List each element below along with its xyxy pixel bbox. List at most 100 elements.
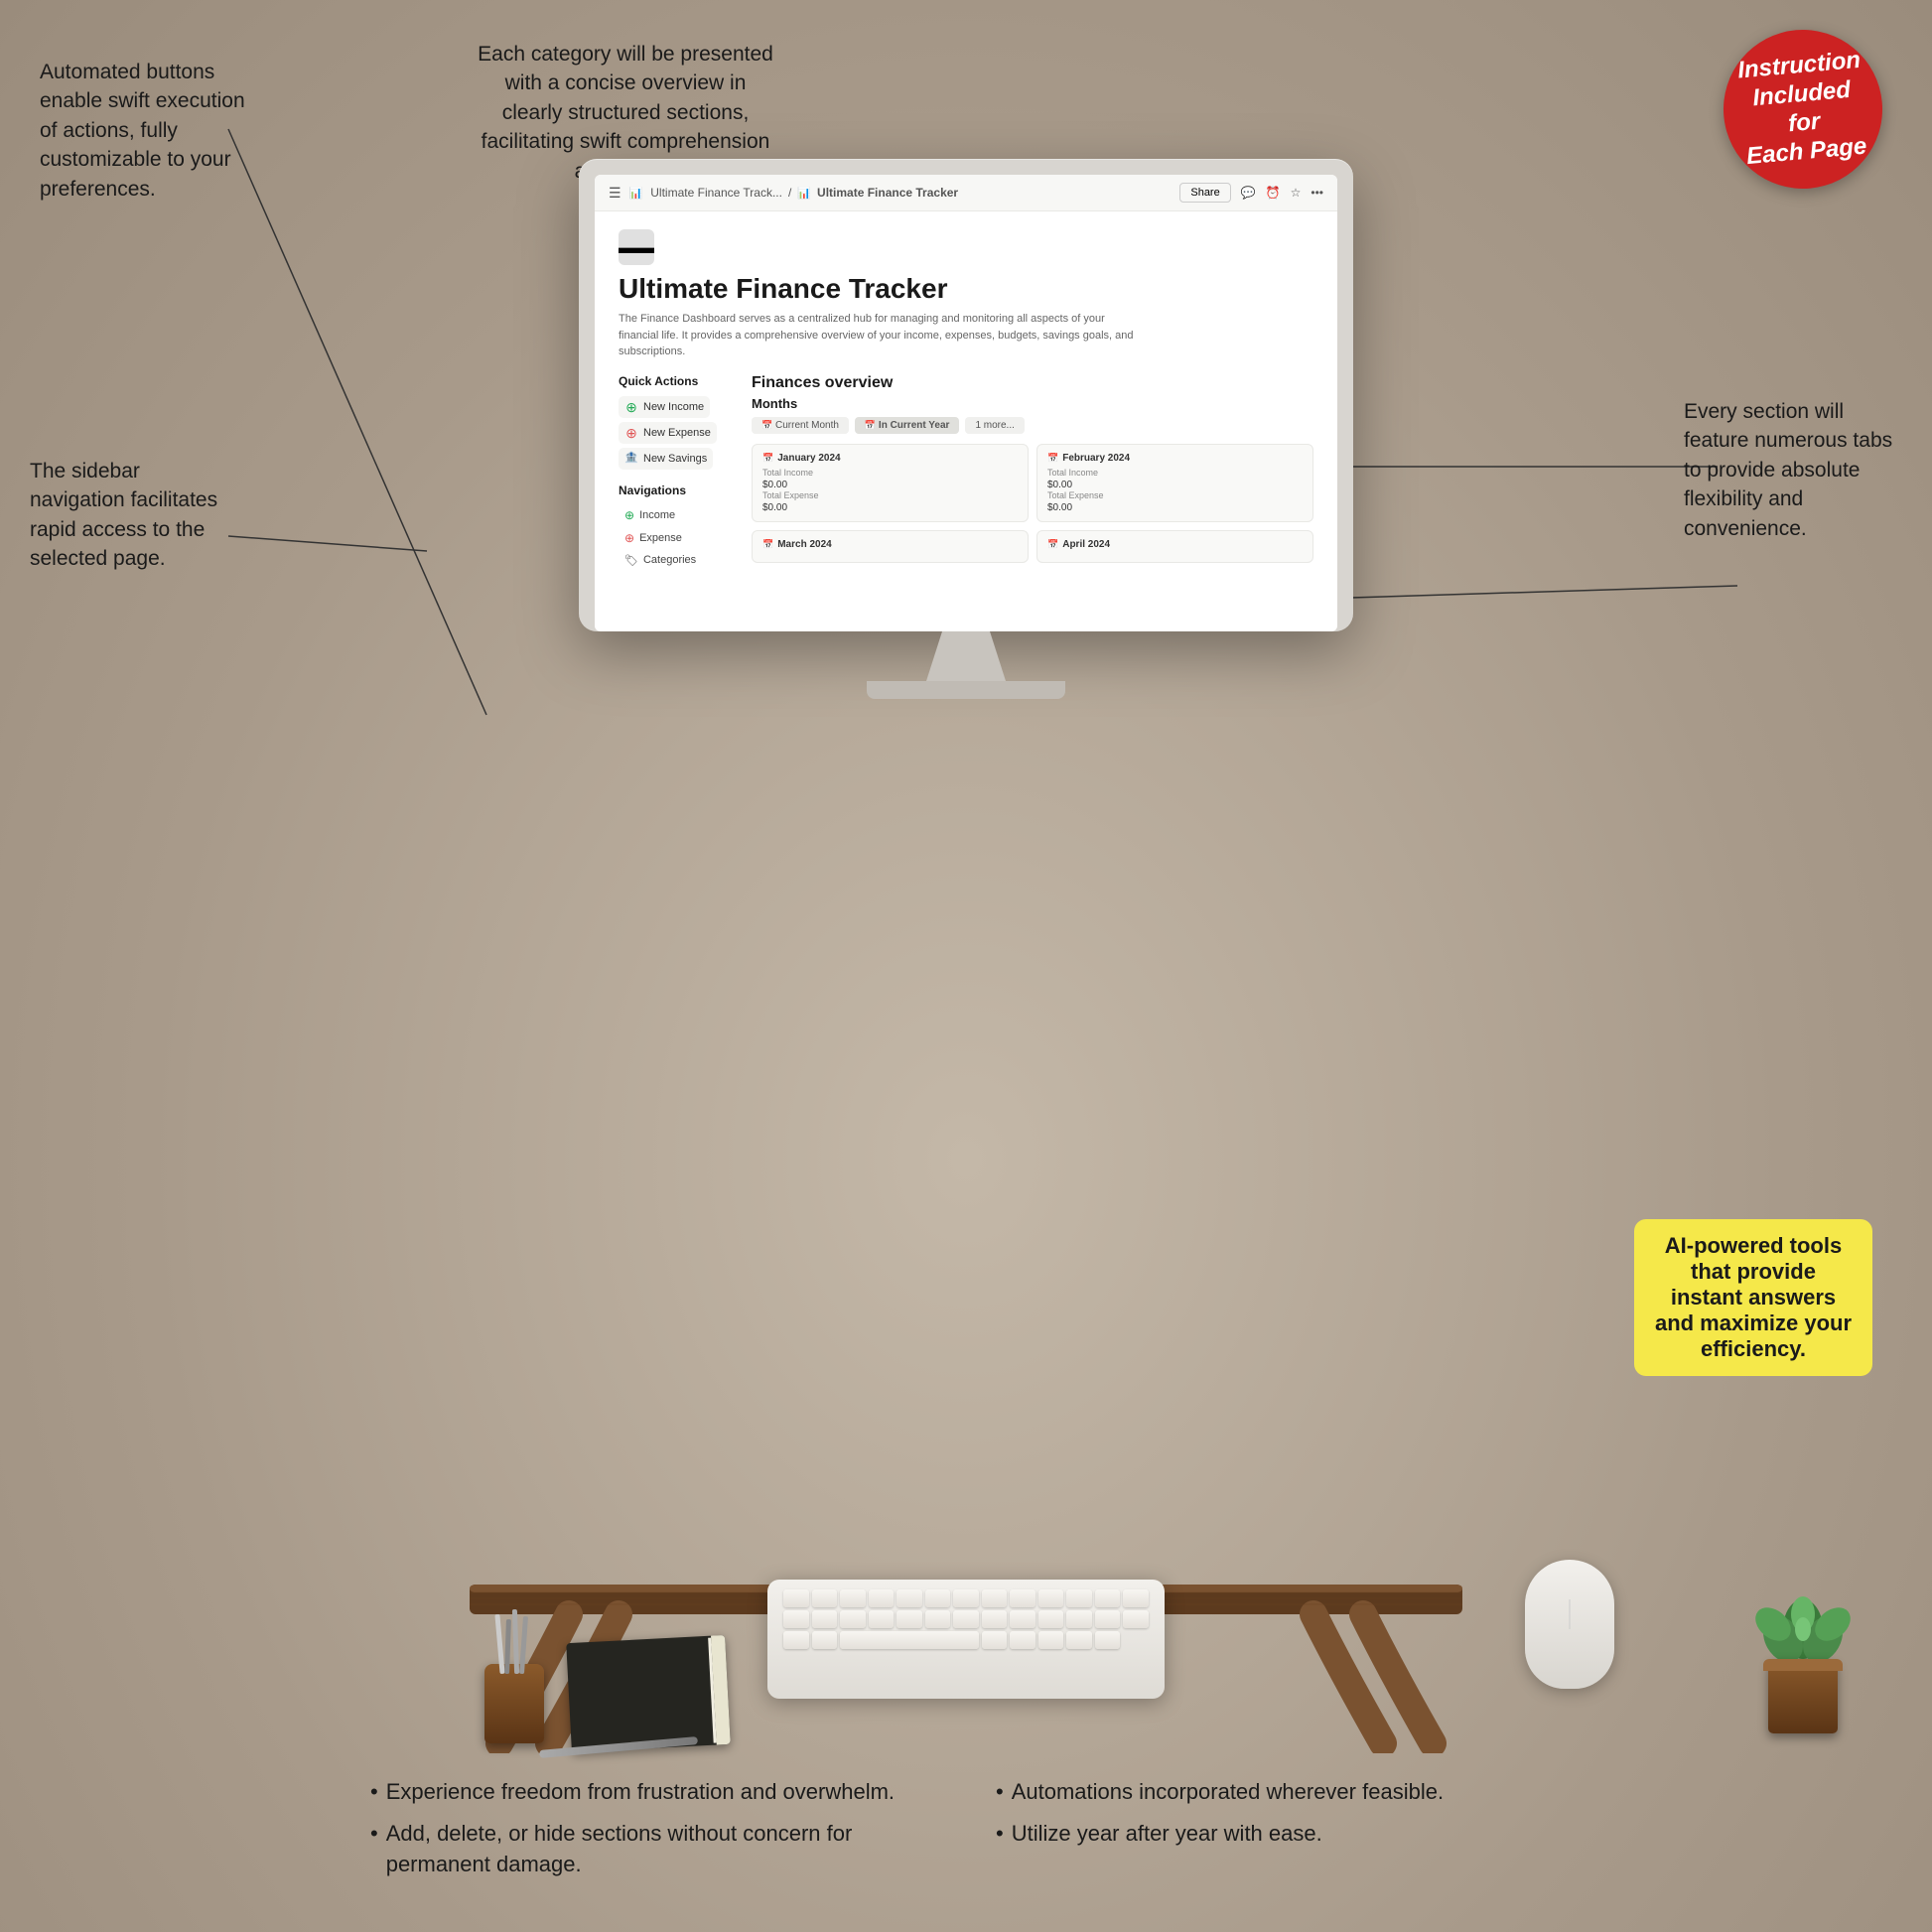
tab-current-month[interactable]: 📅 Current Month [752,417,849,434]
tab-more[interactable]: 1 more... [965,417,1024,434]
keyboard[interactable] [767,1580,1165,1699]
bullet-dot-1: • [370,1777,378,1808]
calendar-icon-tab: 📅 [761,420,772,430]
monitor-frame: ☰ 📊 Ultimate Finance Track... / 📊 Ultima… [579,159,1353,631]
key [1010,1589,1035,1607]
month-card-april: 📅 April 2024 [1036,530,1313,563]
monitor-neck [926,631,1006,681]
april-title: 📅 April 2024 [1047,539,1303,550]
key [869,1589,895,1607]
months-title: Months [752,396,1313,411]
monitor-base [867,681,1065,699]
key [812,1610,838,1628]
nav-expense[interactable]: ⊕ Expense [619,528,728,548]
share-button[interactable]: Share [1179,183,1230,203]
categories-nav-label: Categories [643,554,696,566]
bullet-col-right: • Automations incorporated wherever feas… [996,1777,1562,1892]
new-expense-label: New Expense [643,427,711,439]
new-expense-icon: ⊕ [624,426,638,440]
mouse-line [1570,1599,1571,1629]
new-savings-label: New Savings [643,453,707,465]
annotation-tabs: Every section will feature numerous tabs… [1684,397,1902,543]
key [840,1610,866,1628]
left-column: Quick Actions ⊕ New Income ⊕ New Expense [619,374,728,573]
key [783,1610,809,1628]
quick-actions-section: Quick Actions ⊕ New Income ⊕ New Expense [619,374,728,470]
new-expense-button[interactable]: ⊕ New Expense [619,422,717,444]
key [869,1610,895,1628]
key [1095,1589,1121,1607]
key [1010,1631,1035,1649]
hamburger-icon[interactable]: ☰ [609,185,621,202]
pen-holder-cup [484,1664,544,1743]
page-icon-small: 📊 [629,187,643,200]
key [1038,1610,1064,1628]
pen-holder [480,1644,549,1743]
calendar-icon-mar: 📅 [762,539,773,550]
mouse[interactable] [1525,1560,1614,1689]
categories-nav-icon: 🏷 [624,554,638,567]
new-income-button[interactable]: ⊕ New Income [619,396,710,418]
february-income-label: Total Income [1047,468,1303,478]
new-income-icon: ⊕ [624,400,638,414]
more-icon[interactable]: ••• [1311,186,1323,200]
january-expense-label: Total Expense [762,490,1018,500]
bullet-item-2: • Add, delete, or hide sections without … [370,1819,936,1880]
new-savings-button[interactable]: 🏦 New Savings [619,448,713,470]
bullet-dot-4: • [996,1819,1004,1850]
plant-container [1753,1555,1853,1733]
notion-main: ▬▬ Ultimate Finance Tracker The Finance … [595,211,1337,630]
calendar-icon-apr: 📅 [1047,539,1058,550]
top-right-actions: Share 💬 ⏰ ☆ ••• [1179,183,1323,203]
plant-svg [1753,1570,1853,1669]
bullet-dot-2: • [370,1819,378,1850]
comment-icon[interactable]: 💬 [1241,186,1256,200]
star-icon[interactable]: ☆ [1291,186,1302,200]
key [982,1610,1008,1628]
february-expense-label: Total Expense [1047,490,1303,500]
tab-current-year[interactable]: 📅 In Current Year [855,417,960,434]
notion-topbar: ☰ 📊 Ultimate Finance Track... / 📊 Ultima… [595,175,1337,211]
january-expense-value: $0.00 [762,502,1018,513]
breadcrumb-icon: 📊 [797,187,811,200]
monitor: ☰ 📊 Ultimate Finance Track... / 📊 Ultima… [579,159,1353,699]
notebook [566,1635,731,1752]
ai-badge-container: AI-powered tools that provide instant an… [1634,1219,1872,1376]
bullet-dot-3: • [996,1777,1004,1808]
key [1038,1631,1064,1649]
plant-pot [1768,1659,1838,1733]
calendar-icon-jan: 📅 [762,453,773,464]
month-grid: 📅 January 2024 Total Income $0.00 Total … [752,444,1313,563]
key [1123,1589,1149,1607]
keyboard-keys-area [767,1580,1165,1659]
finances-overview-section: Finances overview Months 📅 Current Month… [752,374,1313,573]
monitor-screen: ☰ 📊 Ultimate Finance Track... / 📊 Ultima… [595,175,1337,631]
nav-income[interactable]: ⊕ Income [619,505,728,525]
navigations-section: Navigations ⊕ Income ⊕ Expense [619,483,728,570]
finances-overview-title: Finances overview [752,374,1313,392]
key [1123,1610,1149,1628]
plant-pot-top [1763,1659,1843,1671]
key [897,1610,922,1628]
bullet-section: • Experience freedom from frustration an… [370,1777,1562,1892]
key [1010,1610,1035,1628]
key [982,1589,1008,1607]
key [840,1589,866,1607]
two-column-layout: Quick Actions ⊕ New Income ⊕ New Expense [619,374,1313,573]
ai-badge: AI-powered tools that provide instant an… [1634,1219,1872,1376]
income-nav-label: Income [639,509,675,521]
page-description: The Finance Dashboard serves as a centra… [619,311,1135,360]
month-card-february: 📅 February 2024 Total Income $0.00 Total… [1036,444,1313,522]
key [982,1631,1008,1649]
key [1066,1631,1092,1649]
breadcrumb: Ultimate Finance Track... / 📊 Ultimate F… [650,186,1172,200]
bullet-item-1: • Experience freedom from frustration an… [370,1777,936,1808]
annotation-automated-buttons: Automated buttons enable swift execution… [40,58,258,204]
key [783,1589,809,1607]
calendar-icon-feb: 📅 [1047,453,1058,464]
february-title: 📅 February 2024 [1047,453,1303,464]
income-nav-icon: ⊕ [624,508,634,522]
nav-categories[interactable]: 🏷 Categories [619,551,728,570]
clock-icon[interactable]: ⏰ [1266,186,1281,200]
navigations-title: Navigations [619,483,728,497]
